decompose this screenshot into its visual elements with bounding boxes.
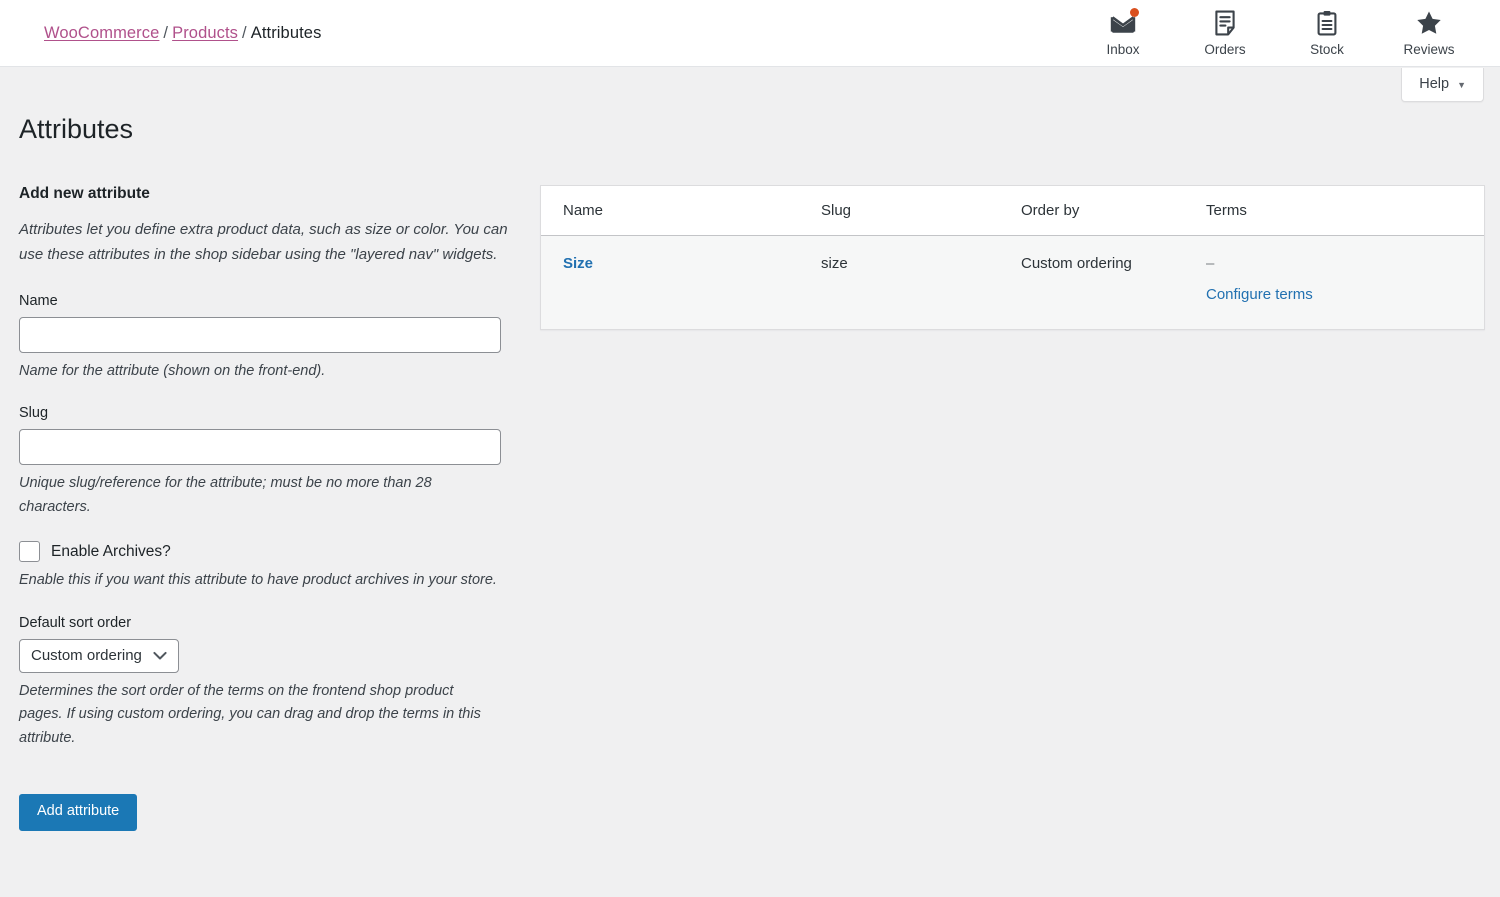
add-attribute-form: Add new attribute Attributes let you def…: [0, 185, 522, 831]
inbox-envelope-icon: [1110, 10, 1136, 36]
attribute-name-link[interactable]: Size: [563, 255, 593, 272]
inbox-notification-badge: [1130, 8, 1139, 17]
slug-field-help: Unique slug/reference for the attribute;…: [19, 472, 497, 519]
default-sort-order-label: Default sort order: [19, 615, 522, 631]
reviews-star-icon: [1416, 10, 1442, 36]
page-title: Attributes: [19, 113, 1484, 145]
attribute-name-input[interactable]: [19, 317, 501, 353]
header-action-orders[interactable]: Orders: [1174, 10, 1276, 57]
orders-document-icon: [1212, 10, 1238, 36]
add-attribute-button[interactable]: Add attribute: [19, 794, 137, 831]
name-field-label: Name: [19, 293, 522, 309]
attribute-slug-input[interactable]: [19, 429, 501, 465]
default-sort-order-select-wrap: Custom ordering: [19, 639, 179, 673]
column-header-terms: Terms: [1206, 186, 1484, 236]
page-body: Attributes Add new attribute Attributes …: [0, 113, 1500, 831]
default-sort-order-select[interactable]: Custom ordering: [19, 639, 179, 673]
default-sort-order-help: Determines the sort order of the terms o…: [19, 680, 497, 750]
attributes-table-wrap: Name Slug Order by Terms Size size Custo…: [522, 185, 1485, 330]
breadcrumb-link-products[interactable]: Products: [172, 24, 238, 42]
enable-archives-checkbox[interactable]: [19, 541, 40, 562]
name-field-help: Name for the attribute (shown on the fro…: [19, 360, 497, 383]
page-columns: Add new attribute Attributes let you def…: [0, 185, 1484, 831]
attributes-table: Name Slug Order by Terms Size size Custo…: [540, 185, 1485, 330]
terms-empty-dash: –: [1206, 253, 1474, 275]
help-tab-label: Help: [1419, 76, 1449, 92]
breadcrumb-separator-2: /: [238, 24, 251, 42]
help-tab-button[interactable]: Help ▼: [1401, 68, 1484, 102]
cell-order-by: Custom ordering: [1021, 236, 1206, 329]
breadcrumb: WooCommerce/Products/Attributes: [44, 25, 321, 42]
chevron-down-icon: ▼: [1457, 81, 1466, 90]
cell-terms: – Configure terms: [1206, 236, 1484, 329]
header-action-label-stock: Stock: [1310, 43, 1344, 57]
column-header-slug: Slug: [821, 186, 1021, 236]
header-action-reviews[interactable]: Reviews: [1378, 10, 1480, 57]
enable-archives-block: Enable Archives? Enable this if you want…: [19, 541, 522, 592]
column-header-name: Name: [541, 186, 821, 236]
breadcrumb-current-attributes: Attributes: [251, 24, 322, 42]
header-action-label-reviews: Reviews: [1403, 43, 1454, 57]
header-action-label-orders: Orders: [1204, 43, 1245, 57]
attributes-description: Attributes let you define extra product …: [19, 218, 522, 268]
stock-clipboard-icon: [1314, 10, 1340, 36]
slug-field-label: Slug: [19, 405, 522, 421]
default-sort-order-block: Default sort order Custom ordering Deter…: [19, 615, 522, 750]
breadcrumb-separator-1: /: [159, 24, 172, 42]
table-row: Size size Custom ordering – Configure te…: [541, 236, 1484, 329]
enable-archives-help: Enable this if you want this attribute t…: [19, 569, 497, 592]
name-field-block: Name Name for the attribute (shown on th…: [19, 293, 522, 383]
app-header: WooCommerce/Products/Attributes Inbox: [0, 0, 1500, 67]
configure-terms-link[interactable]: Configure terms: [1206, 286, 1313, 303]
table-header-row: Name Slug Order by Terms: [541, 186, 1484, 236]
cell-slug: size: [821, 236, 1021, 329]
breadcrumb-link-woocommerce[interactable]: WooCommerce: [44, 24, 159, 42]
header-action-label-inbox: Inbox: [1106, 43, 1139, 57]
enable-archives-label[interactable]: Enable Archives?: [51, 543, 171, 561]
add-new-attribute-heading: Add new attribute: [19, 185, 522, 203]
column-header-order-by: Order by: [1021, 186, 1206, 236]
header-action-inbox[interactable]: Inbox: [1072, 10, 1174, 57]
header-action-stock[interactable]: Stock: [1276, 10, 1378, 57]
header-actions: Inbox Orders: [1072, 10, 1484, 57]
attributes-table-body: Size size Custom ordering – Configure te…: [541, 236, 1484, 329]
cell-name: Size: [541, 236, 821, 329]
slug-field-block: Slug Unique slug/reference for the attri…: [19, 405, 522, 519]
attributes-table-head: Name Slug Order by Terms: [541, 186, 1484, 236]
enable-archives-row[interactable]: Enable Archives?: [19, 541, 522, 562]
